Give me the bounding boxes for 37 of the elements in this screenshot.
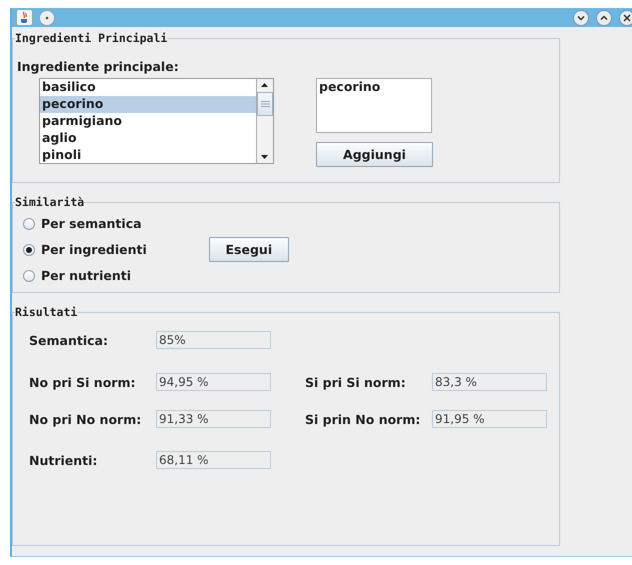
scrollbar-thumb[interactable] xyxy=(257,92,273,116)
result-label: No pri Si norm: xyxy=(29,374,136,390)
radio-label[interactable]: Per semantica xyxy=(41,216,142,231)
panel-title: Similarità xyxy=(15,195,84,209)
list-item[interactable]: basilico xyxy=(40,79,256,96)
result-field: 94,95 % xyxy=(156,373,271,391)
result-label: Si prin No norm: xyxy=(305,412,422,426)
add-button[interactable]: Aggiungi xyxy=(316,142,433,167)
result-field: 68,11 % xyxy=(156,451,271,469)
list-item[interactable]: pinoli xyxy=(40,147,256,164)
result-field: 91,33 % xyxy=(156,410,271,428)
result-field: 91,95 % xyxy=(432,410,547,428)
ingredient-label: Ingrediente principale: xyxy=(17,59,180,74)
result-label: Si pri Si norm: xyxy=(305,374,407,390)
grip-icon xyxy=(260,101,270,107)
radio-label[interactable]: Per nutrienti xyxy=(41,268,132,283)
result-label: Semantica: xyxy=(29,332,109,348)
list-item[interactable]: parmigiano xyxy=(40,113,256,130)
panel-title: Risultati xyxy=(15,305,78,319)
scrollbar[interactable] xyxy=(256,79,273,163)
radio-button[interactable] xyxy=(23,218,35,230)
list-item[interactable]: pecorino xyxy=(40,96,256,113)
radio-button[interactable] xyxy=(23,270,35,282)
selected-ingredient-field[interactable]: pecorino xyxy=(316,78,432,133)
radio-label[interactable]: Per ingredienti xyxy=(41,242,147,257)
run-button[interactable]: Esegui xyxy=(208,237,289,262)
result-label: Nutrienti: xyxy=(29,452,98,468)
ingredient-list[interactable]: basilico pecorino parmigiano aglio pinoli xyxy=(39,78,274,164)
close-button[interactable] xyxy=(619,10,632,26)
panel-title: Ingredienti Principali xyxy=(15,31,168,45)
radio-button[interactable] xyxy=(23,244,35,256)
minimize-button[interactable] xyxy=(573,10,589,26)
result-label: No pri No norm: xyxy=(29,412,142,426)
maximize-button[interactable] xyxy=(596,10,612,26)
list-item[interactable]: aglio xyxy=(40,130,256,147)
result-field: 83,3 % xyxy=(432,373,547,391)
result-field: 85% xyxy=(156,331,271,349)
